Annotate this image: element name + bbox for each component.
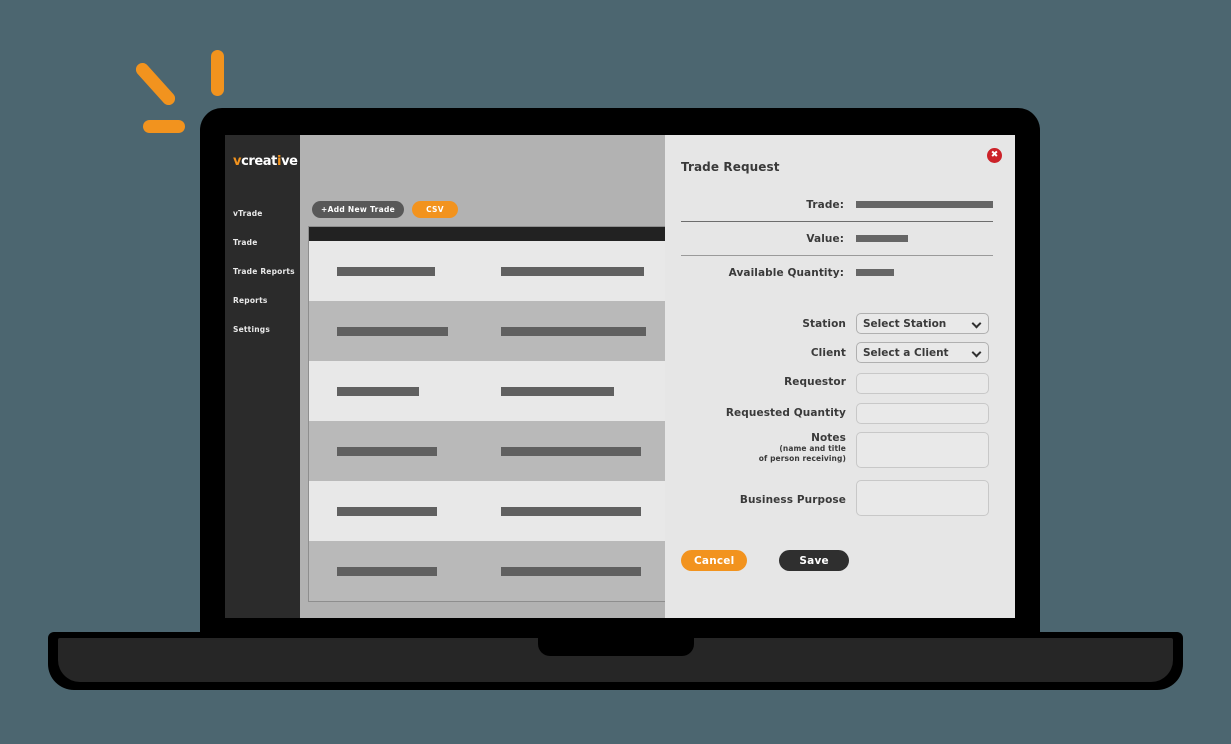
readonly-label-available-quantity: Available Quantity: — [728, 266, 844, 279]
requested-quantity-input[interactable] — [856, 403, 989, 424]
laptop-screen: vcreative vTrade Trade Trade Reports Rep… — [225, 135, 1015, 618]
label-requestor: Requestor — [784, 376, 846, 389]
readonly-label-trade: Trade: — [806, 198, 844, 211]
station-select-value: Select Station — [863, 317, 947, 330]
table-cell-placeholder — [337, 266, 435, 276]
readonly-value-trade — [856, 201, 993, 208]
station-select[interactable]: Select Station — [856, 313, 989, 334]
modal-title: Trade Request — [681, 160, 780, 174]
sidebar: vcreative vTrade Trade Trade Reports Rep… — [225, 135, 300, 618]
table-cell-placeholder — [337, 446, 437, 456]
modal-actions: Cancel Save — [665, 528, 1015, 571]
readonly-value-value — [856, 235, 908, 242]
logo-text-part1: creat — [241, 154, 277, 169]
laptop-base — [48, 632, 1183, 690]
logo-letter-v: v — [233, 154, 242, 169]
table-cell-placeholder — [501, 266, 644, 276]
vcreative-logo: vcreative — [225, 154, 300, 169]
readonly-field-available-quantity: Available Quantity: — [681, 256, 993, 289]
client-select-value: Select a Client — [863, 346, 949, 359]
sidebar-item-reports[interactable]: Reports — [225, 286, 300, 315]
logo-text-part2: ve — [281, 154, 298, 169]
chevron-down-icon — [973, 319, 982, 328]
sidebar-item-vtrade[interactable]: vTrade — [225, 199, 300, 228]
requestor-input[interactable] — [856, 372, 989, 394]
label-client: Client — [810, 346, 846, 359]
laptop-illustration: vcreative vTrade Trade Trade Reports Rep… — [0, 0, 1231, 744]
readonly-field-value: Value: — [681, 222, 993, 255]
readonly-label-value: Value: — [806, 232, 844, 245]
chevron-down-icon — [973, 348, 982, 357]
table-cell-placeholder — [501, 506, 641, 516]
readonly-summary: Trade: Value: Available Quantity: — [665, 174, 1015, 289]
add-new-trade-button[interactable]: +Add New Trade — [312, 201, 405, 218]
application-window: vcreative vTrade Trade Trade Reports Rep… — [225, 135, 1015, 618]
field-notes: Notes (name and title of person receivin… — [681, 432, 993, 472]
save-button[interactable]: Save — [779, 550, 849, 571]
table-cell-placeholder — [501, 446, 641, 456]
trade-request-form: Station Select Station Client Select a C… — [665, 289, 1015, 520]
csv-export-button[interactable]: CSV — [412, 201, 458, 218]
field-station: Station Select Station — [681, 313, 993, 334]
label-notes-sub-line1: (name and title — [779, 444, 846, 453]
table-cell-placeholder — [337, 566, 437, 576]
table-cell-placeholder — [501, 386, 614, 396]
table-cell-placeholder — [501, 326, 646, 336]
laptop-base-notch — [537, 638, 694, 656]
readonly-value-available-quantity — [856, 269, 894, 276]
label-notes: Notes (name and title of person receivin… — [681, 432, 856, 464]
label-notes-sub-line2: of person receiving) — [758, 454, 846, 463]
label-notes-main: Notes — [811, 432, 846, 444]
trade-request-modal: ✖ Trade Request Trade: Value: Available … — [665, 135, 1015, 618]
table-cell-placeholder — [337, 506, 437, 516]
cancel-button[interactable]: Cancel — [681, 550, 748, 571]
close-icon[interactable]: ✖ — [987, 148, 1002, 163]
sidebar-item-trade[interactable]: Trade — [225, 228, 300, 257]
laptop-base-surface — [58, 638, 1173, 682]
field-business-purpose: Business Purpose — [681, 480, 993, 520]
table-cell-placeholder — [501, 566, 641, 576]
table-cell-placeholder — [337, 386, 419, 396]
field-requestor: Requestor — [681, 371, 993, 394]
field-requested-quantity: Requested Quantity — [681, 402, 993, 424]
field-client: Client Select a Client — [681, 342, 993, 363]
client-select[interactable]: Select a Client — [856, 342, 989, 363]
label-station: Station — [802, 317, 846, 330]
sidebar-item-trade-reports[interactable]: Trade Reports — [225, 257, 300, 286]
label-requested-quantity: Requested Quantity — [725, 406, 846, 419]
table-cell-placeholder — [337, 326, 448, 336]
readonly-field-trade: Trade: — [681, 188, 993, 221]
notes-textarea[interactable] — [856, 432, 989, 468]
sidebar-item-settings[interactable]: Settings — [225, 315, 300, 344]
business-purpose-textarea[interactable] — [856, 480, 989, 516]
label-business-purpose: Business Purpose — [739, 494, 846, 506]
